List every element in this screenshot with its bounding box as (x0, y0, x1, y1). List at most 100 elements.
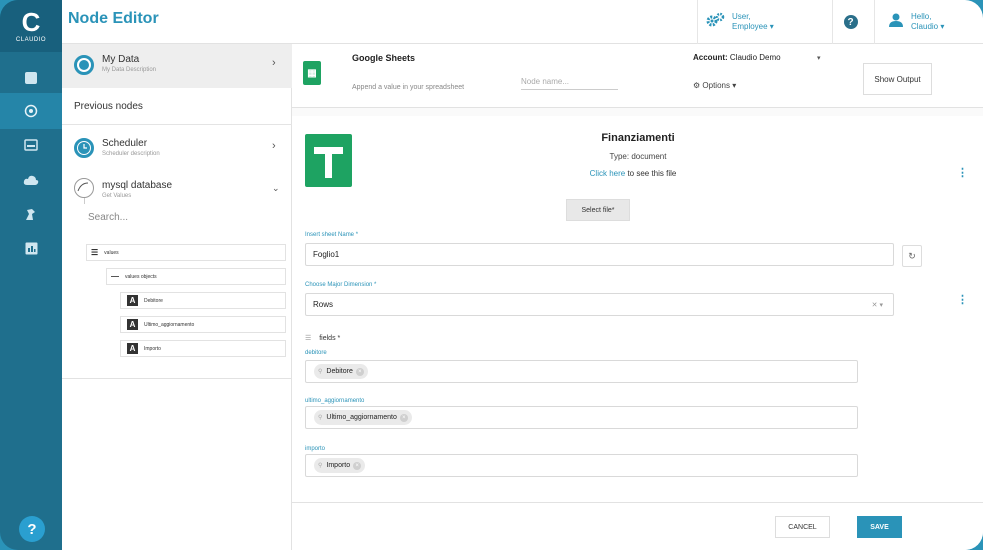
my-data-item[interactable]: My Data My Data Description › (62, 44, 292, 88)
dimension-select[interactable]: Rows ✕ ▾ (305, 293, 894, 316)
previous-nodes-label: Previous nodes (74, 101, 143, 112)
app-frame: C CLAUDIO ? Node Editor User, Employee ▾… (0, 0, 983, 550)
caret-down-icon[interactable]: ▾ (817, 54, 821, 62)
chevron-right-icon: › (272, 140, 276, 152)
cloud-icon[interactable] (0, 162, 62, 198)
dashboard-icon[interactable] (0, 60, 62, 96)
field-tree: ☰ values — values objects A Debitore A U… (62, 237, 292, 379)
link-icon: ⚲ (318, 415, 323, 421)
fields-label: ☰ fields * (305, 334, 340, 342)
options-menu[interactable]: ⚙ Options ▾ (693, 81, 736, 90)
more-vertical-icon[interactable]: ⋮ (957, 293, 968, 306)
fields-label-text: fields * (319, 335, 341, 342)
cancel-button[interactable]: CANCEL (775, 516, 830, 538)
person-icon (889, 13, 903, 31)
show-output-button[interactable]: Show Output (863, 63, 932, 95)
tree-search-input[interactable]: Search... (88, 212, 128, 223)
node-config-panel: ▦ Google Sheets Append a value in your s… (292, 44, 983, 550)
hello-label: Hello, (911, 12, 932, 21)
field-mapping-input[interactable]: ⚲ Ultimo_aggiornamento × (305, 406, 858, 429)
node-sidebar: My Data My Data Description › Previous n… (62, 44, 292, 550)
clear-dropdown-icon[interactable]: ✕ ▾ (872, 301, 883, 309)
logo-brand: CLAUDIO (15, 37, 47, 43)
tree-child-node[interactable]: — values objects (106, 268, 286, 285)
tree-leaf-node[interactable]: A Debitore (120, 292, 286, 309)
text-type-icon: A (127, 319, 138, 330)
node-type-description: Append a value in your spreadsheet (352, 84, 465, 91)
field-label: importo (305, 446, 326, 452)
claudio-logo[interactable]: C CLAUDIO (0, 0, 62, 52)
field-chip[interactable]: ⚲ Importo × (314, 458, 366, 473)
more-vertical-icon[interactable]: ⋮ (957, 166, 968, 179)
form-footer: CANCEL SAVE (292, 502, 983, 550)
node-name-input[interactable]: Node name... (521, 77, 618, 90)
tree-root-node[interactable]: ☰ values (86, 244, 286, 261)
chip-remove-icon[interactable]: × (353, 461, 362, 470)
gear-icon: ⚙ (693, 81, 701, 90)
save-button[interactable]: SAVE (857, 516, 902, 538)
file-open-link[interactable]: Click here (590, 169, 626, 178)
sheet-name-input[interactable]: Foglio1 (305, 243, 894, 266)
help-button[interactable]: ? (19, 516, 45, 542)
account-value: Claudio Demo (729, 53, 781, 62)
hello-name: Claudio ▾ (911, 22, 945, 31)
file-link-suffix: to see this file (625, 169, 677, 178)
chevron-down-icon: ⌄ (272, 183, 280, 193)
tree-root-label: values (104, 249, 119, 256)
list-icon: ☰ (91, 248, 99, 257)
my-data-subtitle: My Data Description (102, 67, 157, 73)
logo-mark: C (21, 7, 41, 37)
tree-leaf-node[interactable]: A Importo (120, 340, 286, 357)
field-mapping-input[interactable]: ⚲ Debitore × (305, 360, 858, 383)
my-data-node-icon (74, 55, 94, 75)
divider (62, 124, 292, 125)
scheduler-subtitle: Scheduler description (102, 151, 160, 157)
tree-leaf-label: Importo (144, 345, 161, 352)
page-title: Node Editor (68, 10, 159, 27)
nodes-icon[interactable] (0, 93, 62, 129)
chart-icon[interactable] (0, 230, 62, 266)
clock-icon (74, 138, 94, 158)
tree-leaf-label: Debitore (144, 297, 163, 304)
node-type-title: Google Sheets (352, 53, 416, 63)
dimension-label: Choose Major Dimension * (305, 282, 377, 288)
tree-child-label: values objects (125, 273, 157, 280)
user-role-label: User, (732, 12, 751, 21)
account-selector[interactable]: Account: Claudio Demo (693, 53, 781, 62)
link-icon: ⚲ (318, 369, 323, 375)
google-sheets-icon: ▦ (303, 61, 321, 85)
refresh-icon[interactable]: ↻ (902, 245, 922, 267)
file-title: Finanziamenti (601, 132, 675, 144)
user-role-menu[interactable]: User, Employee ▾ (697, 0, 827, 44)
storage-icon[interactable] (0, 127, 62, 163)
text-type-icon: A (127, 295, 138, 306)
field-label: ultimo_aggiornamento (305, 398, 365, 404)
google-sheets-file-icon (305, 134, 352, 187)
database-icon (74, 178, 94, 198)
minus-icon: — (111, 272, 119, 281)
sheet-name-label: Insert sheet Name * (305, 232, 359, 238)
mysql-title: mysql database (102, 180, 173, 191)
mysql-subtitle: Get Values (102, 193, 132, 199)
header-help[interactable]: ? (832, 0, 868, 44)
tree-leaf-node[interactable]: A Ultimo_aggiornamento (120, 316, 286, 333)
field-label: debitore (305, 350, 327, 356)
chip-remove-icon[interactable]: × (399, 413, 408, 422)
caret-down-icon: ▾ (732, 81, 737, 90)
gears-icon (706, 12, 726, 33)
question-icon: ? (843, 15, 858, 29)
list-icon: ☰ (305, 335, 312, 342)
left-rail: C CLAUDIO ? (0, 0, 62, 550)
options-label: Options (702, 81, 730, 90)
node-header-card: ▦ Google Sheets Append a value in your s… (292, 44, 983, 108)
field-chip[interactable]: ⚲ Debitore × (314, 364, 368, 379)
my-data-title: My Data (102, 54, 140, 65)
field-chip[interactable]: ⚲ Ultimo_aggiornamento × (314, 410, 412, 425)
robot-icon[interactable] (0, 196, 62, 232)
select-file-button[interactable]: Select file* (566, 199, 630, 221)
chip-label: Ultimo_aggiornamento (326, 414, 397, 421)
node-form: Finanziamenti Type: document Click here … (292, 116, 983, 502)
chip-remove-icon[interactable]: × (355, 367, 364, 376)
account-menu[interactable]: Hello, Claudio ▾ (874, 0, 974, 44)
field-mapping-input[interactable]: ⚲ Importo × (305, 454, 858, 477)
